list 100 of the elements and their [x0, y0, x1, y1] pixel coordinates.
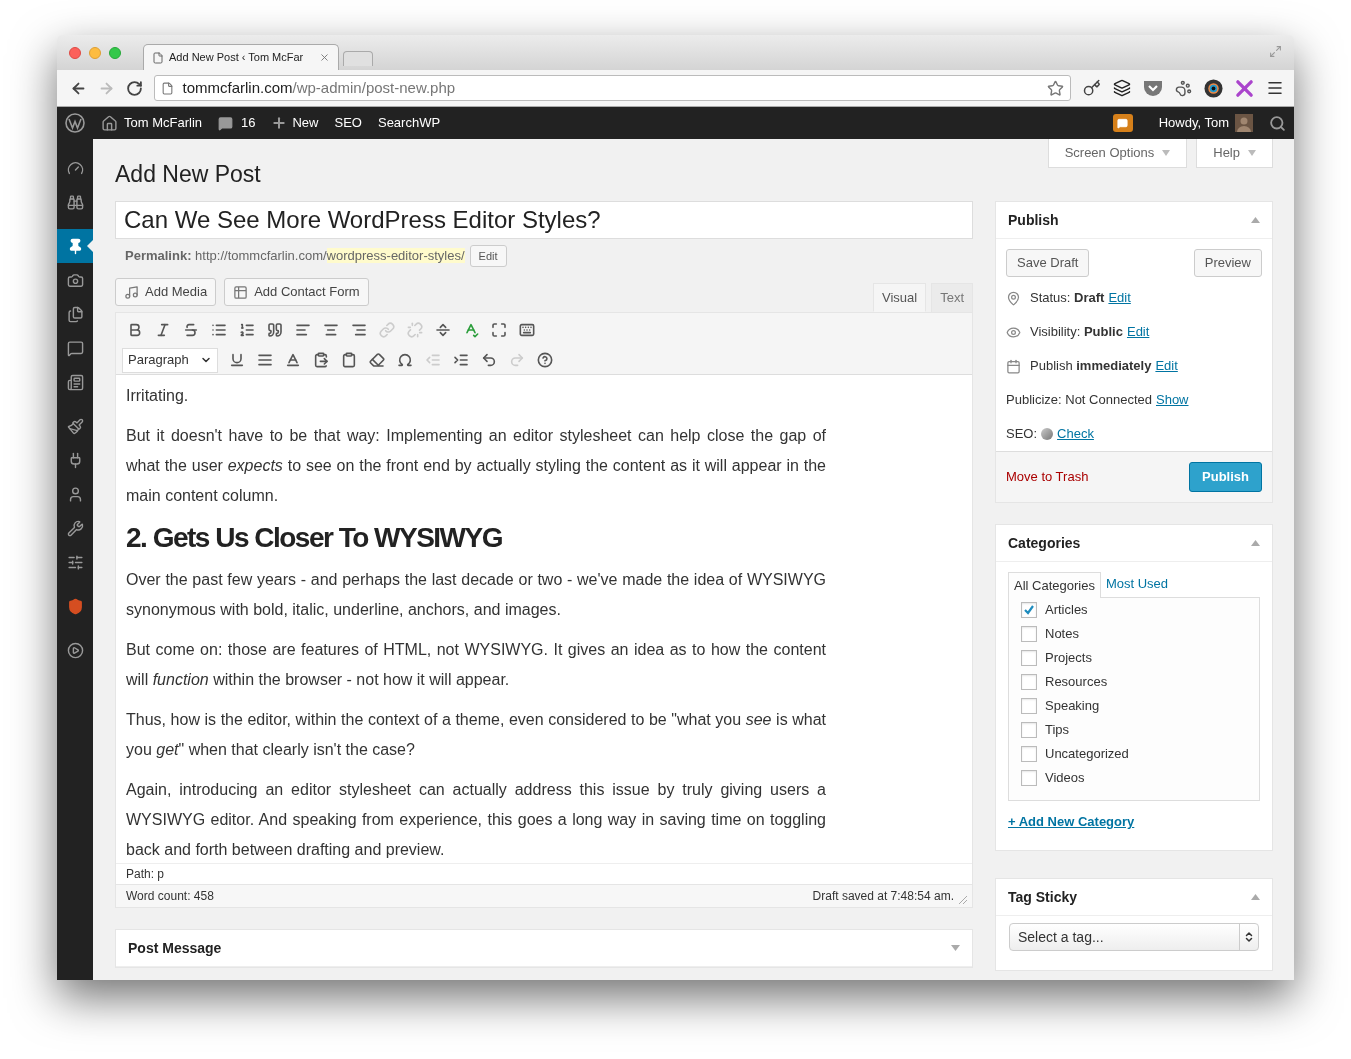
- setting-link[interactable]: Show: [1156, 390, 1189, 410]
- page-title: Add New Post: [115, 160, 261, 189]
- text-color-icon: [285, 352, 301, 368]
- toggle-arrow-icon[interactable]: [1251, 217, 1260, 223]
- avatar-icon: [1235, 114, 1253, 132]
- close-icon[interactable]: [319, 52, 330, 63]
- strikethrough-icon: [183, 322, 199, 338]
- toggle-arrow-icon[interactable]: [1251, 894, 1260, 900]
- paste-word-icon: [341, 352, 357, 368]
- move-to-trash-link[interactable]: Move to Trash: [1006, 467, 1089, 487]
- wrench-icon: [66, 519, 84, 537]
- category-label: Speaking: [1045, 697, 1100, 716]
- caret-icon: [1162, 150, 1171, 156]
- setting-link[interactable]: Check: [1057, 424, 1094, 444]
- box-title: Categories: [1008, 533, 1081, 553]
- calendar-icon: [1006, 358, 1021, 374]
- setting-link[interactable]: Edit: [1108, 288, 1131, 308]
- paragraph: Irritating.: [126, 386, 190, 406]
- layers-icon[interactable]: [1113, 79, 1131, 97]
- pages-icon: [66, 305, 84, 323]
- media-button[interactable]: Add Contact Form: [224, 278, 369, 306]
- box-title: Publish: [1008, 210, 1059, 230]
- setting-link[interactable]: Edit: [1126, 322, 1150, 342]
- screen-meta-tab[interactable]: Help: [1196, 139, 1273, 168]
- category-label: Notes: [1045, 625, 1079, 644]
- checkbox[interactable]: [1021, 626, 1037, 642]
- new-link[interactable]: New: [292, 113, 319, 133]
- browser-tab[interactable]: Add New Post ‹ Tom McFar: [143, 44, 339, 70]
- media-button[interactable]: Add Media: [115, 278, 217, 306]
- read-more-icon: [435, 322, 451, 338]
- category-tab[interactable]: All Categories: [1008, 572, 1101, 598]
- toolbar-toggle-icon: [519, 322, 535, 338]
- checkbox[interactable]: [1021, 746, 1037, 762]
- brush-icon: [66, 417, 84, 435]
- checkbox[interactable]: [1021, 698, 1037, 714]
- paragraph: Over the past few years - and perhaps the last decade or two - we've made the idea of WYSIWYG synonymous with bold, italic, underline, anchors, and images.: [126, 570, 826, 620]
- chevron-badge-icon[interactable]: [1143, 79, 1163, 97]
- element-path: Path: p: [126, 866, 165, 883]
- checkbox[interactable]: [1021, 674, 1037, 690]
- checkbox[interactable]: [1021, 770, 1037, 786]
- numbered-list-icon: [239, 322, 255, 338]
- screen-meta-tab[interactable]: Screen Options: [1047, 139, 1188, 168]
- box-title: Post Message: [128, 938, 222, 958]
- admin-bar-link[interactable]: SearchWP: [377, 113, 441, 133]
- checkbox[interactable]: [1021, 602, 1037, 618]
- logo-icon[interactable]: [65, 113, 85, 133]
- tab-title: Add New Post ‹ Tom McFar: [169, 50, 304, 66]
- table-icon: [233, 284, 249, 300]
- redo-icon: [509, 352, 525, 368]
- address-bar[interactable]: tommcfarlin.com/wp-admin/post-new.php: [154, 75, 1071, 101]
- tag-select[interactable]: Select a tag...: [1009, 923, 1259, 951]
- resize-handle-icon[interactable]: [958, 895, 968, 905]
- key-icon[interactable]: [1083, 79, 1101, 97]
- page-icon: [152, 51, 164, 64]
- unlink-icon: [407, 322, 423, 338]
- edit-permalink-button[interactable]: Edit: [469, 245, 507, 267]
- menu-item[interactable]: [57, 229, 93, 263]
- preview-button[interactable]: Preview: [1193, 249, 1262, 277]
- format-select[interactable]: Paragraph: [122, 347, 218, 373]
- menu-icon[interactable]: [1266, 79, 1284, 97]
- site-link[interactable]: Tom McFarlin: [124, 113, 202, 133]
- publish-setting: SEO:: [1006, 425, 1038, 444]
- publish-setting: Publicize: Not Connected: [1006, 391, 1152, 410]
- toggle-arrow-icon[interactable]: [1251, 540, 1260, 546]
- eye-icon: [1006, 324, 1021, 340]
- bookmark-star-icon[interactable]: [1047, 79, 1064, 97]
- current-pointer: [87, 240, 93, 252]
- paw-icon[interactable]: [1175, 79, 1192, 97]
- setting-link[interactable]: Edit: [1155, 356, 1178, 376]
- paragraph: Thus, how is the editor, within the context of a theme, even considered to be "what you see is what you get" when that clearly isn't the case?: [126, 710, 826, 760]
- clear-formatting-icon: [369, 352, 385, 368]
- checkbox[interactable]: [1021, 650, 1037, 666]
- permalink-text: Permalink: http://tommcfarlin.com/wordpress-editor-styles/: [125, 247, 465, 266]
- paragraph: But come on: those are features of HTML, not WYSIWYG. It gives an idea as to how the content will function within the browser - not how it will appear.: [126, 640, 826, 690]
- cross-icon[interactable]: [1235, 78, 1254, 98]
- account-link[interactable]: Howdy, Tom: [1158, 113, 1229, 133]
- add-category-link[interactable]: + Add New Category: [1008, 812, 1135, 832]
- page-icon: [161, 81, 175, 95]
- comments-count[interactable]: 16: [241, 113, 256, 133]
- editor-tab[interactable]: Visual: [872, 283, 927, 312]
- checkbox[interactable]: [1021, 722, 1037, 738]
- url-text: tommcfarlin.com/wp-admin/post-new.php: [182, 77, 456, 98]
- help-icon: [537, 352, 553, 368]
- toggle-arrow-icon[interactable]: [951, 945, 960, 951]
- category-label: Articles: [1045, 601, 1088, 620]
- post-title-field[interactable]: Can We See More WordPress Editor Styles?: [115, 201, 973, 239]
- binoculars-icon: [66, 193, 84, 211]
- save-draft-button[interactable]: Save Draft: [1006, 249, 1090, 277]
- notification-icon[interactable]: [1112, 114, 1133, 132]
- shield-icon: [66, 597, 84, 615]
- bullet-list-icon: [211, 322, 227, 338]
- admin-bar-link[interactable]: SEO: [334, 113, 362, 133]
- search-icon[interactable]: [1269, 114, 1286, 132]
- category-tab[interactable]: Most Used: [1100, 571, 1174, 597]
- close-window-button[interactable]: [69, 47, 81, 59]
- editor-tab[interactable]: Text: [931, 283, 973, 312]
- gauge-icon: [66, 159, 84, 177]
- justify-icon: [257, 352, 273, 368]
- lens-icon[interactable]: [1204, 78, 1223, 98]
- fullscreen-icon: [491, 322, 507, 338]
